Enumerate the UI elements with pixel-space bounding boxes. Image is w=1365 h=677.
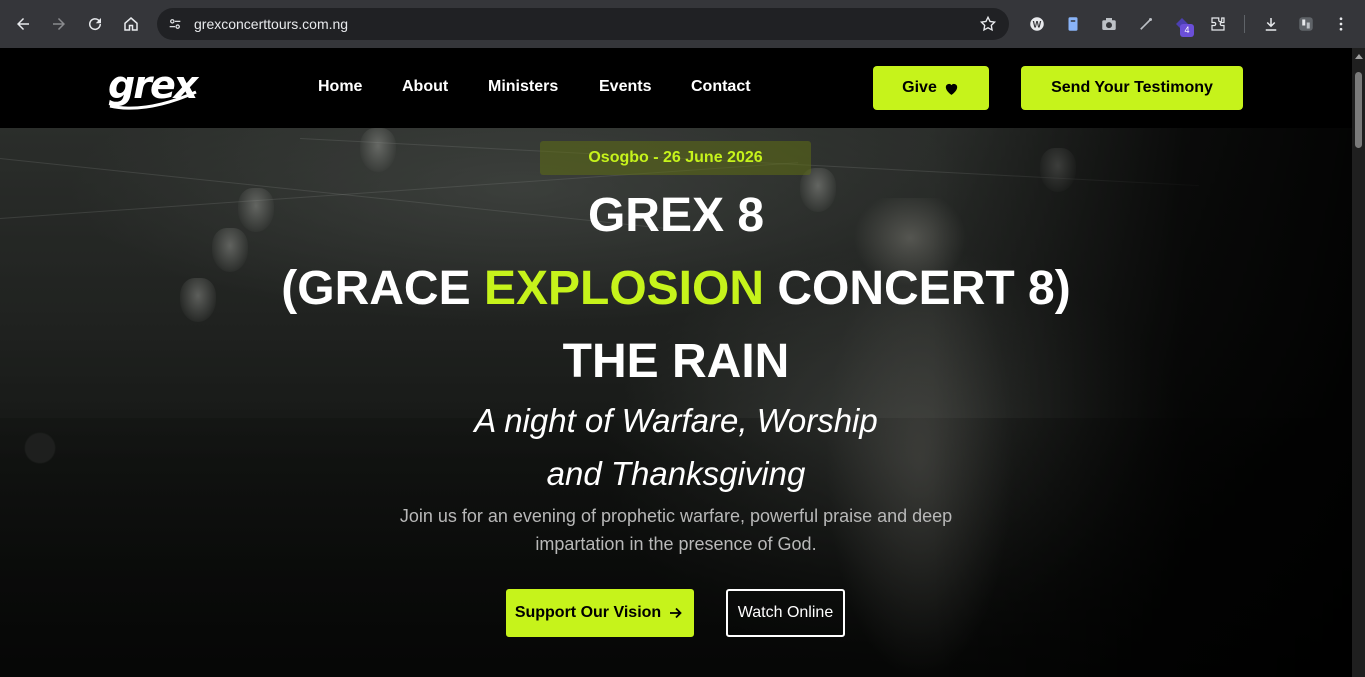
give-button[interactable]: Give: [873, 66, 989, 110]
tagline-line-1: A night of Warfare, Worship: [474, 402, 878, 439]
forward-button[interactable]: [44, 9, 74, 39]
extension-badge: 4: [1180, 24, 1194, 37]
eyedropper-extension-icon[interactable]: [1136, 14, 1156, 34]
description-line-1: Join us for an evening of prophetic warf…: [399, 506, 953, 526]
arrow-right-icon: [670, 607, 682, 619]
menu-icon[interactable]: [1331, 14, 1351, 34]
svg-text:W: W: [1033, 19, 1042, 29]
nav-home[interactable]: Home: [318, 78, 362, 96]
downloads-icon[interactable]: [1261, 14, 1281, 34]
title-line-3: THE RAIN: [562, 335, 790, 388]
scroll-up-arrow[interactable]: [1355, 54, 1363, 59]
forward-icon: [53, 18, 65, 30]
scrollbar-thumb[interactable]: [1355, 72, 1362, 148]
grex-logo[interactable]: grex: [106, 62, 202, 114]
event-date-badge: Osogbo - 26 June 2026: [540, 141, 811, 175]
title-line-2: (GRACE EXPLOSION CONCERT 8): [0, 261, 1352, 316]
bookmark-star-icon[interactable]: [979, 15, 997, 33]
url-text[interactable]: grexconcerttours.com.ng: [194, 16, 348, 32]
web-page: grex Home About Ministers Events Contact…: [0, 48, 1352, 677]
site-info-icon[interactable]: [165, 14, 185, 34]
nav-about[interactable]: About: [402, 78, 448, 96]
toolbar-separator: [1244, 15, 1245, 33]
testimony-label: Send Your Testimony: [1051, 79, 1213, 96]
browser-toolbar: grexconcerttours.com.ng W 4: [0, 0, 1365, 48]
description-line-2: impartation in the presence of God.: [535, 534, 817, 554]
support-label: Support Our Vision: [514, 604, 662, 621]
address-bar[interactable]: grexconcerttours.com.ng: [157, 8, 1009, 40]
watch-online-button[interactable]: Watch Online: [726, 589, 845, 637]
hero-section: Osogbo - 26 June 2026 GREX 8 (GRACE EXPL…: [0, 128, 1352, 677]
tagline-line-2: and Thanksgiving: [546, 455, 806, 492]
document-extension-icon[interactable]: [1063, 14, 1083, 34]
extensions-icon[interactable]: [1208, 14, 1228, 34]
nav-ministers[interactable]: Ministers: [488, 78, 558, 96]
home-button[interactable]: [116, 9, 146, 39]
watch-label: Watch Online: [737, 604, 834, 621]
back-button[interactable]: [8, 9, 38, 39]
nav-events[interactable]: Events: [599, 78, 651, 96]
hero-content: Osogbo - 26 June 2026 GREX 8 (GRACE EXPL…: [0, 128, 1352, 677]
camera-extension-icon[interactable]: [1099, 14, 1119, 34]
profile-avatar-icon[interactable]: [1296, 14, 1316, 34]
title-accent: EXPLOSION: [483, 262, 765, 315]
support-vision-button[interactable]: Support Our Vision: [506, 589, 694, 637]
give-label: Give: [902, 79, 937, 96]
reload-button[interactable]: [80, 9, 110, 39]
home-icon: [124, 17, 138, 31]
wordpress-extension-icon[interactable]: W: [1027, 14, 1047, 34]
logo-text: grex: [108, 63, 200, 107]
send-testimony-button[interactable]: Send Your Testimony: [1021, 66, 1243, 110]
page-scrollbar[interactable]: [1352, 48, 1365, 677]
nav-contact[interactable]: Contact: [691, 78, 751, 96]
reload-icon: [89, 18, 102, 31]
title-line-2-post: CONCERT 8): [764, 262, 1071, 315]
heart-icon: [945, 83, 958, 95]
back-icon: [17, 18, 29, 30]
title-line-2-pre: (GRACE: [281, 262, 484, 315]
site-header: grex Home About Ministers Events Contact…: [0, 48, 1352, 128]
title-line-1: GREX 8: [587, 189, 765, 242]
